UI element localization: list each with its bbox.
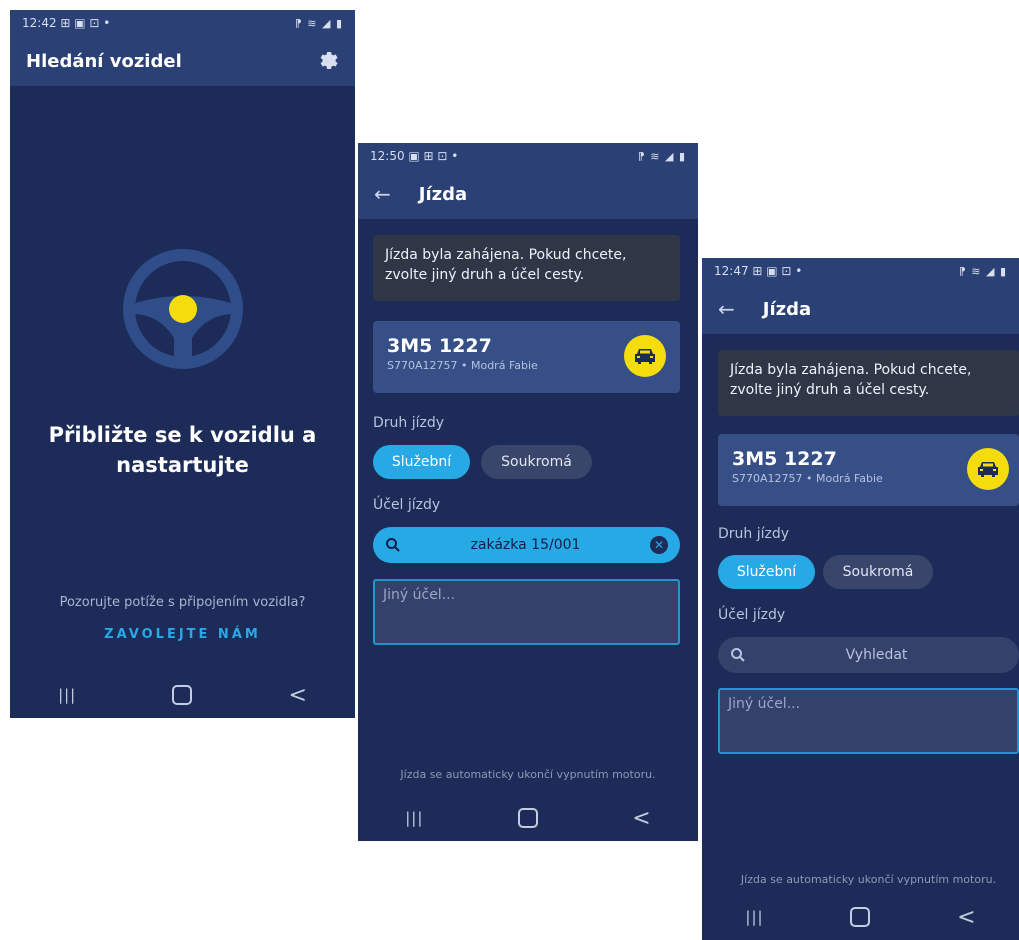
chip-private[interactable]: Soukromá (823, 555, 933, 589)
screen-vehicle-search: 12:42 ⊞ ▣ ⊡ • ⁋ ≋ ◢ ▮ Hledání vozidel Př… (10, 10, 355, 718)
gear-icon[interactable] (317, 48, 341, 72)
search-icon (731, 648, 745, 662)
page-title: Hledání vozidel (26, 50, 182, 72)
search-value: zakázka 15/001 (470, 537, 581, 553)
chip-private[interactable]: Soukromá (481, 445, 592, 479)
call-us-link[interactable]: ZAVOLEJTE NÁM (10, 627, 355, 642)
page-title: Jízda (418, 183, 468, 205)
status-bar: 12:50 ▣ ⊞ ⊡ • ⁋ ≋ ◢ ▮ (358, 143, 698, 169)
car-icon (967, 448, 1009, 490)
ride-purpose-label: Účel jízdy (718, 607, 786, 623)
info-banner: Jízda byla zahájena. Pokud chcete, zvolt… (373, 235, 680, 301)
recent-apps-button[interactable]: ||| (405, 809, 423, 827)
car-icon (624, 335, 666, 377)
home-button[interactable] (172, 685, 193, 705)
app-bar: ← Jízda (358, 169, 698, 219)
auto-end-note: Jízda se automaticky ukončí vypnutím mot… (740, 873, 997, 886)
status-bar: 12:47 ⊞ ▣ ⊡ • ⁋ ≋ ◢ ▮ (702, 258, 1019, 284)
vehicle-plate: 3M5 1227 (732, 448, 837, 470)
status-icons: ⁋ ≋ ◢ ▮ (294, 16, 343, 30)
vehicle-card[interactable]: 3M5 1227 S770A12757 • Modrá Fabie (718, 434, 1019, 506)
screen-ride-filled: 12:50 ▣ ⊞ ⊡ • ⁋ ≋ ◢ ▮ ← Jízda Jízda byla… (358, 143, 698, 841)
chip-business[interactable]: Služební (373, 445, 470, 479)
ride-purpose-label: Účel jízdy (373, 497, 441, 513)
info-banner: Jízda byla zahájena. Pokud chcete, zvolt… (718, 350, 1019, 416)
vehicle-card[interactable]: 3M5 1227 S770A12757 • Modrá Fabie (373, 321, 680, 393)
back-arrow-icon[interactable]: ← (374, 182, 391, 206)
app-bar: ← Jízda (702, 284, 1019, 334)
search-icon (386, 538, 400, 552)
recent-apps-button[interactable]: ||| (745, 908, 763, 926)
purpose-search-input[interactable]: Vyhledat (718, 637, 1019, 673)
steering-wheel-icon (123, 249, 243, 369)
screen-ride-empty: 12:47 ⊞ ▣ ⊡ • ⁋ ≋ ◢ ▮ ← Jízda Jízda byla… (702, 258, 1019, 940)
app-bar: Hledání vozidel (10, 36, 355, 86)
system-nav-bar: ||| < (10, 672, 355, 718)
status-time: 12:42 ⊞ ▣ ⊡ • (22, 16, 111, 30)
back-nav-button[interactable]: < (632, 806, 650, 831)
purpose-search-input[interactable]: zakázka 15/001 ✕ (373, 527, 680, 563)
page-title: Jízda (762, 298, 812, 320)
chip-business[interactable]: Služební (718, 555, 815, 589)
system-nav-bar: ||| < (702, 894, 1019, 940)
back-nav-button[interactable]: < (288, 683, 306, 708)
back-nav-button[interactable]: < (957, 905, 975, 930)
status-icons: ⁋ ≋ ◢ ▮ (958, 264, 1007, 278)
trouble-text: Pozorujte potíže s připojením vozidla? (59, 595, 306, 610)
main-instruction: Přibližte se k vozidlu a nastartujte (48, 423, 317, 477)
vehicle-details: S770A12757 • Modrá Fabie (732, 472, 883, 485)
other-purpose-field[interactable]: Jiný účel... (373, 579, 680, 645)
home-button[interactable] (850, 907, 871, 927)
search-placeholder: Vyhledat (845, 647, 908, 663)
status-bar: 12:42 ⊞ ▣ ⊡ • ⁋ ≋ ◢ ▮ (10, 10, 355, 36)
other-purpose-field[interactable]: Jiný účel... (718, 688, 1019, 754)
recent-apps-button[interactable]: ||| (58, 686, 76, 704)
system-nav-bar: ||| < (358, 795, 698, 841)
back-arrow-icon[interactable]: ← (718, 297, 735, 321)
home-button[interactable] (517, 808, 538, 828)
status-icons: ⁋ ≋ ◢ ▮ (637, 149, 686, 163)
status-time: 12:47 ⊞ ▣ ⊡ • (714, 264, 803, 278)
auto-end-note: Jízda se automaticky ukončí vypnutím mot… (400, 768, 656, 781)
clear-icon[interactable]: ✕ (650, 536, 668, 554)
status-time: 12:50 ▣ ⊞ ⊡ • (370, 149, 459, 163)
ride-type-label: Druh jízdy (373, 415, 445, 431)
ride-type-label: Druh jízdy (718, 526, 790, 542)
